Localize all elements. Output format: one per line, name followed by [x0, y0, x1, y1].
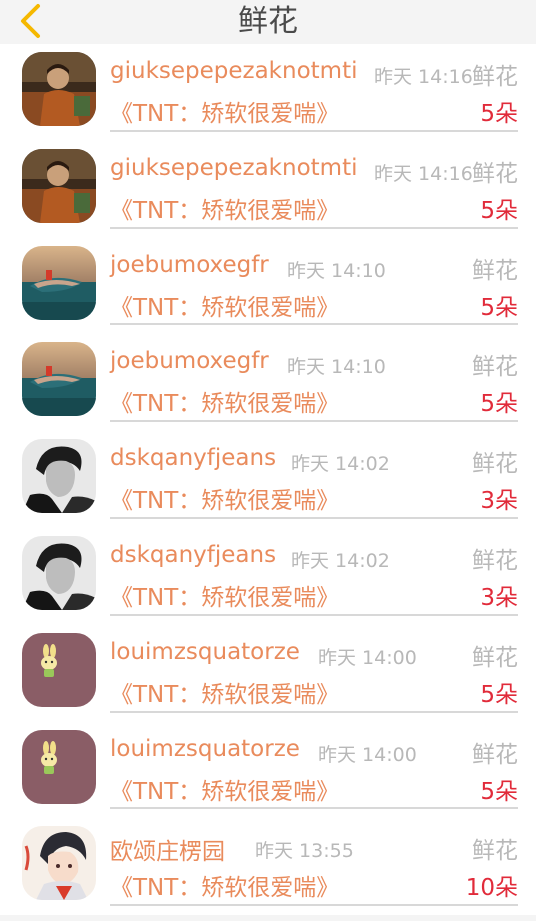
work-title-link[interactable]: 《TNT：矫软很爱喘》 — [110, 384, 339, 418]
timestamp: 昨天 14:16 — [374, 66, 473, 88]
gift-row[interactable]: giuksepepezaknotmti 昨天 14:16 鲜花 《TNT：矫软很… — [0, 141, 536, 238]
gift-row[interactable]: dskqanyfjeans 昨天 14:02 鲜花 《TNT：矫软很爱喘》 3朵 — [0, 528, 536, 625]
flower-count: 3朵 — [480, 584, 518, 611]
avatar[interactable] — [22, 245, 96, 320]
timestamp: 昨天 14:10 — [287, 356, 386, 379]
flower-count: 5朵 — [480, 391, 518, 418]
divider — [110, 226, 518, 229]
top-bar: 鲜花 — [0, 0, 536, 44]
gift-type-label: 鲜花 — [472, 354, 518, 381]
divider — [110, 613, 518, 616]
gift-type-label: 鲜花 — [472, 257, 518, 284]
divider — [110, 516, 518, 519]
avatar[interactable] — [22, 535, 96, 610]
work-title-link[interactable]: 《TNT：矫软很爱喘》 — [110, 288, 339, 322]
divider — [110, 129, 518, 132]
work-title-link[interactable]: 《TNT：矫软很爱喘》 — [110, 578, 339, 612]
flower-count: 5朵 — [480, 101, 518, 127]
username[interactable]: dskqanyfjeans — [110, 445, 276, 471]
gift-row[interactable]: 欧颂庄楞园 昨天 13:55 鲜花 《TNT：矫软很爱喘》 10朵 — [0, 818, 536, 915]
avatar[interactable] — [22, 439, 96, 514]
divider — [110, 420, 518, 423]
flower-count: 10朵 — [465, 875, 518, 902]
flower-count: 5朵 — [480, 681, 518, 708]
username[interactable]: louimzsquatorze — [110, 736, 300, 762]
flower-count: 3朵 — [480, 488, 518, 515]
timestamp: 昨天 13:55 — [255, 840, 354, 863]
gift-row[interactable]: joebumoxegfr 昨天 14:10 鲜花 《TNT：矫软很爱喘》 5朵 — [0, 334, 536, 431]
username[interactable]: dskqanyfjeans — [110, 542, 276, 568]
gift-type-label: 鲜花 — [472, 160, 518, 187]
username[interactable]: giuksepepezaknotmti — [110, 155, 358, 181]
flower-count: 5朵 — [480, 197, 518, 224]
username[interactable]: joebumoxegfr — [110, 252, 269, 278]
avatar[interactable] — [22, 826, 96, 901]
gift-type-label: 鲜花 — [472, 838, 518, 865]
gift-type-label: 鲜花 — [472, 64, 518, 90]
work-title-link[interactable]: 《TNT：矫软很爱喘》 — [110, 675, 339, 709]
gift-list: giuksepepezaknotmti 昨天 14:16 鲜花 《TNT：矫软很… — [0, 44, 536, 916]
divider — [110, 904, 518, 907]
gift-row[interactable]: louimzsquatorze 昨天 14:00 鲜花 《TNT：矫软很爱喘》 … — [0, 722, 536, 819]
work-title-link[interactable]: 《TNT：矫软很爱喘》 — [110, 868, 339, 902]
gift-type-label: 鲜花 — [472, 547, 518, 574]
timestamp: 昨天 14:02 — [291, 549, 390, 572]
gift-row[interactable]: joebumoxegfr 昨天 14:10 鲜花 《TNT：矫软很爱喘》 5朵 — [0, 238, 536, 335]
gift-type-label: 鲜花 — [472, 741, 518, 768]
divider — [110, 710, 518, 713]
timestamp: 昨天 14:02 — [291, 453, 390, 476]
timestamp: 昨天 14:00 — [318, 646, 417, 669]
gift-type-label: 鲜花 — [472, 451, 518, 478]
gift-row[interactable]: giuksepepezaknotmti 昨天 14:16 鲜花 《TNT：矫软很… — [0, 44, 536, 141]
avatar[interactable] — [22, 342, 96, 417]
gift-type-label: 鲜花 — [472, 644, 518, 671]
work-title-link[interactable]: 《TNT：矫软很爱喘》 — [110, 772, 339, 806]
divider — [110, 807, 518, 810]
page-title: 鲜花 — [238, 4, 298, 39]
flower-count: 5朵 — [480, 778, 518, 805]
gift-row[interactable]: louimzsquatorze 昨天 14:00 鲜花 《TNT：矫软很爱喘》 … — [0, 625, 536, 722]
username[interactable]: giuksepepezaknotmti — [110, 58, 358, 84]
avatar[interactable] — [22, 632, 96, 707]
timestamp: 昨天 14:16 — [374, 162, 473, 185]
avatar[interactable] — [22, 52, 96, 126]
work-title-link[interactable]: 《TNT：矫软很爱喘》 — [110, 481, 339, 515]
flower-count: 5朵 — [480, 294, 518, 321]
username[interactable]: joebumoxegfr — [110, 348, 269, 374]
work-title-link[interactable]: 《TNT：矫软很爱喘》 — [110, 191, 339, 225]
work-title-link[interactable]: 《TNT：矫软很爱喘》 — [110, 94, 339, 128]
username[interactable]: 欧颂庄楞园 — [110, 832, 225, 866]
avatar[interactable] — [22, 148, 96, 223]
timestamp: 昨天 14:10 — [287, 259, 386, 282]
gift-row[interactable]: dskqanyfjeans 昨天 14:02 鲜花 《TNT：矫软很爱喘》 3朵 — [0, 431, 536, 528]
timestamp: 昨天 14:00 — [318, 743, 417, 766]
divider — [110, 323, 518, 326]
avatar[interactable] — [22, 729, 96, 804]
username[interactable]: louimzsquatorze — [110, 639, 300, 665]
